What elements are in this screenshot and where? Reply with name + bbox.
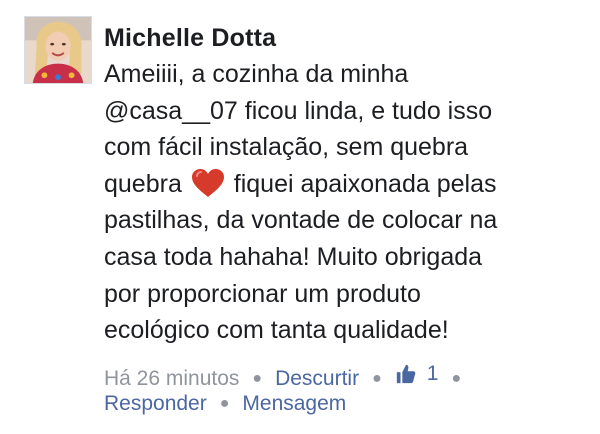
author-name[interactable]: Michelle Dotta [104,22,584,54]
separator-dot: ● [451,370,462,387]
separator-dot: ● [252,370,263,387]
comment-line: @casa__07 ficou linda, e tudo isso [104,96,493,125]
avatar[interactable] [24,16,92,84]
thumbs-up-icon [396,364,416,384]
comment-body: Michelle Dotta Ameiiii, a cozinha da min… [104,22,584,349]
timestamp[interactable]: Há 26 minutos [104,367,239,390]
comment-line: por proporcionar um produto [104,279,421,308]
separator-dot: ● [219,395,230,412]
heart-emoji-icon [191,168,224,197]
message-button[interactable]: Mensagem [242,392,346,415]
profile-photo [25,17,91,83]
unlike-button[interactable]: Descurtir [275,367,359,390]
like-count-button[interactable]: 1 [395,359,439,389]
comment-line: Ameiiii, a cozinha da minha [104,60,409,88]
like-count: 1 [426,362,439,385]
comment-line: casa toda hahaha! Muito obrigada [104,242,483,271]
comment-word: quebra [104,169,182,198]
separator-dot: ● [372,370,382,387]
comment-text: Ameiiii, a cozinha da minha @casa__07 fi… [104,56,578,349]
comment: Michelle Dotta Ameiiii, a cozinha da min… [0,0,600,434]
comment-line: ecológico com tanta qualidade! [104,316,449,345]
comment-word: fiquei apaixonada pelas [233,169,497,198]
comment-line: com fácil instalação, sem quebra [104,133,469,162]
comment-line-with-emoji: quebra fiquei apaixonada pelas [104,166,578,203]
comment-line: pastilhas, da vontade de colocar na [104,206,498,235]
comment-actions-row-2: Responder ● Mensagem [104,389,346,419]
reply-button[interactable]: Responder [104,392,207,415]
